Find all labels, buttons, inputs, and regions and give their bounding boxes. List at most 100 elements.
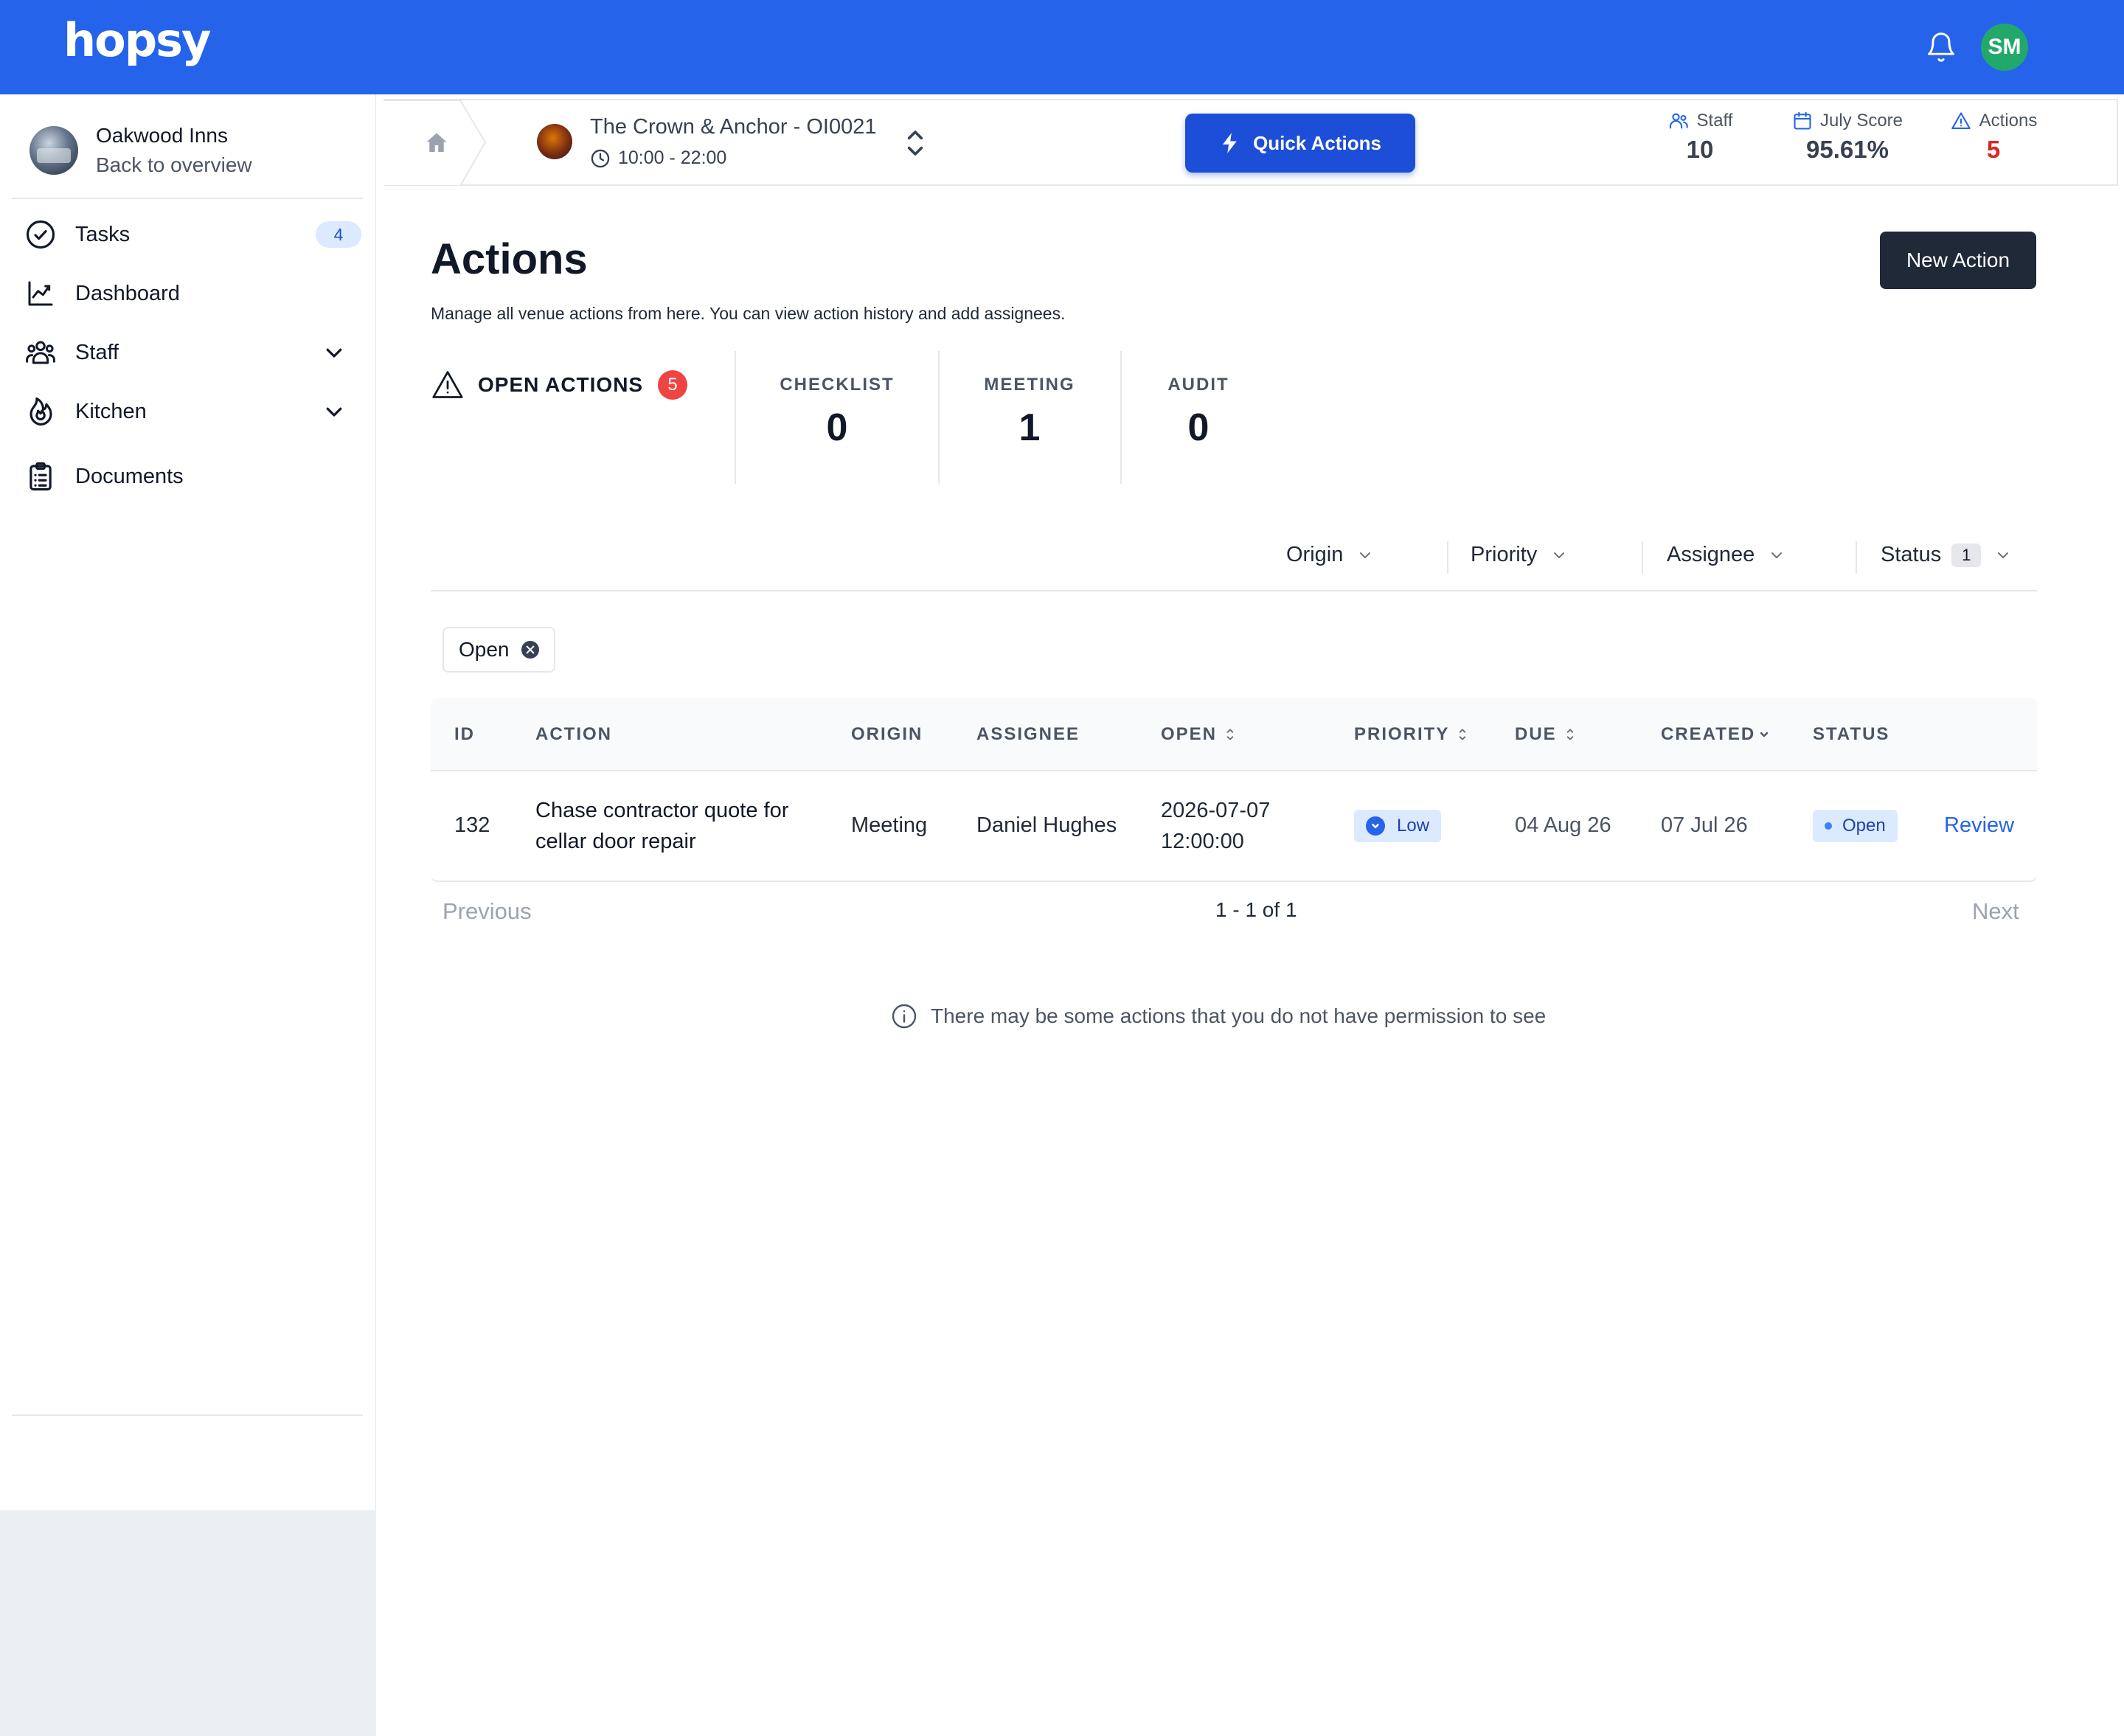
- flame-icon: [25, 396, 56, 427]
- filter-label: Assignee: [1667, 543, 1755, 566]
- count-label: MEETING: [984, 375, 1075, 395]
- venue-header: The Crown & Anchor - OI0021 10:00 - 22:0…: [384, 99, 2118, 186]
- users-icon: [1669, 113, 1688, 129]
- sidebar-item-documents[interactable]: Documents: [12, 453, 363, 500]
- cell-open: 2026-07-07 12:00:00: [1161, 799, 1271, 853]
- filter-divider: [1642, 541, 1643, 574]
- remove-filter-icon[interactable]: [521, 641, 539, 659]
- chevron-down-icon[interactable]: [323, 341, 345, 364]
- column-header-assignee: ASSIGNEE: [976, 724, 1080, 744]
- stat-value: 95.61%: [1806, 136, 1889, 163]
- top-bar: hopsy SM: [0, 0, 2124, 94]
- summary-divider: [735, 351, 736, 484]
- info-icon: [892, 1004, 917, 1029]
- sidebar-item-tasks[interactable]: Tasks 4: [12, 211, 363, 258]
- new-action-button[interactable]: New Action: [1880, 232, 2036, 289]
- app-logo[interactable]: hopsy: [63, 13, 211, 67]
- venue-avatar: [537, 124, 572, 159]
- cell-action[interactable]: Chase contractor quote for cellar door r…: [535, 795, 788, 857]
- sidebar-divider: [12, 198, 363, 199]
- meeting-count[interactable]: MEETING 1: [963, 375, 1096, 450]
- column-header-origin: ORIGIN: [851, 724, 923, 744]
- column-header-open[interactable]: OPEN: [1161, 724, 1236, 745]
- sort-icon: [1226, 729, 1234, 740]
- venue-hours-text: 10:00 - 22:00: [618, 147, 727, 168]
- cell-created: 07 Jul 26: [1661, 813, 1748, 837]
- cell-origin: Meeting: [851, 813, 928, 837]
- chip-label: Open: [459, 638, 510, 661]
- stat-july-score[interactable]: July Score 95.61%: [1770, 111, 1925, 164]
- stat-staff[interactable]: Staff 10: [1652, 111, 1748, 164]
- permission-note-text: There may be some actions that you do no…: [931, 1004, 1547, 1027]
- priority-badge: Low: [1354, 810, 1442, 842]
- user-avatar[interactable]: SM: [1981, 24, 2028, 71]
- org-name: Oakwood Inns: [96, 124, 228, 147]
- stat-value: 5: [1986, 136, 2001, 163]
- chevron-down-icon: [1360, 552, 1371, 558]
- sidebar: Oakwood Inns Back to overview Tasks 4 Da…: [0, 94, 376, 1510]
- stat-value: 10: [1686, 136, 1714, 163]
- origin-filter[interactable]: Origin: [1286, 543, 1374, 567]
- review-link[interactable]: Review: [1944, 813, 2014, 838]
- sidebar-item-label: Documents: [75, 464, 184, 488]
- filter-divider: [1447, 541, 1448, 574]
- cell-due: 04 Aug 26: [1515, 813, 1611, 837]
- count-label: AUDIT: [1167, 375, 1229, 395]
- previous-button[interactable]: Previous: [442, 898, 532, 925]
- org-switcher[interactable]: Oakwood Inns Back to overview: [30, 121, 252, 180]
- chevron-down-icon: [1998, 552, 2009, 558]
- venue-name[interactable]: The Crown & Anchor - OI0021: [590, 115, 876, 139]
- pagination-range: 1 - 1 of 1: [1215, 898, 1297, 921]
- sort-icon: [1460, 729, 1466, 740]
- column-header-id: ID: [454, 724, 475, 744]
- cell-assignee: Daniel Hughes: [976, 813, 1117, 837]
- actions-table: ID ACTION ORIGIN ASSIGNEE OPEN PRIORITY …: [431, 698, 2037, 882]
- chart-line-icon: [25, 278, 56, 309]
- notification-bell-icon[interactable]: [1925, 29, 1957, 65]
- chevron-down-icon[interactable]: [323, 400, 345, 423]
- venue-switcher-icon[interactable]: [906, 128, 925, 158]
- filter-label: Origin: [1286, 543, 1344, 566]
- audit-count[interactable]: AUDIT 0: [1149, 375, 1248, 450]
- next-button[interactable]: Next: [1972, 898, 2019, 925]
- column-header-created[interactable]: CREATED: [1661, 724, 1770, 745]
- sidebar-item-kitchen[interactable]: Kitchen: [12, 388, 363, 435]
- column-header-due[interactable]: DUE: [1515, 724, 1576, 745]
- warning-icon: [432, 371, 463, 398]
- users-icon: [25, 337, 56, 368]
- stat-label: July Score: [1819, 111, 1903, 131]
- status-dot-icon: [1825, 822, 1832, 830]
- open-actions-label: OPEN ACTIONS: [478, 373, 644, 396]
- sidebar-divider: [12, 1414, 363, 1416]
- check-circle-icon: [25, 219, 56, 250]
- warning-icon: [1951, 112, 1971, 129]
- column-header-priority[interactable]: PRIORITY: [1354, 724, 1468, 745]
- column-header-status: STATUS: [1813, 724, 1890, 744]
- lightning-icon: [1223, 133, 1237, 153]
- open-actions-summary[interactable]: OPEN ACTIONS 5: [431, 369, 688, 401]
- sidebar-item-dashboard[interactable]: Dashboard: [12, 270, 363, 317]
- open-actions-count-badge: 5: [658, 370, 688, 400]
- sidebar-item-label: Dashboard: [75, 281, 180, 305]
- sidebar-item-label: Tasks: [75, 222, 131, 246]
- filter-divider-line: [431, 590, 2037, 591]
- sidebar-footer: [0, 1510, 376, 1736]
- home-breadcrumb[interactable]: [384, 100, 487, 186]
- sidebar-item-label: Kitchen: [75, 399, 147, 423]
- filter-label: Status: [1881, 543, 1942, 566]
- priority-filter[interactable]: Priority: [1471, 543, 1568, 567]
- checklist-count[interactable]: CHECKLIST 0: [767, 375, 907, 450]
- stat-actions[interactable]: Actions 5: [1938, 111, 2049, 164]
- quick-actions-button[interactable]: Quick Actions: [1185, 114, 1415, 173]
- status-filter[interactable]: Status 1: [1881, 543, 2012, 567]
- count-value: 0: [1187, 406, 1210, 449]
- back-to-overview-link[interactable]: Back to overview: [96, 150, 252, 180]
- assignee-filter[interactable]: Assignee: [1667, 543, 1785, 567]
- sort-icon: [1566, 729, 1573, 740]
- clock-icon: [591, 149, 610, 167]
- sidebar-item-staff[interactable]: Staff: [12, 329, 363, 376]
- active-filter-chip[interactable]: Open: [442, 627, 555, 673]
- page-subtitle: Manage all venue actions from here. You …: [431, 304, 1066, 323]
- column-header-action: ACTION: [535, 724, 612, 744]
- table-header: ID ACTION ORIGIN ASSIGNEE OPEN PRIORITY …: [431, 698, 2037, 771]
